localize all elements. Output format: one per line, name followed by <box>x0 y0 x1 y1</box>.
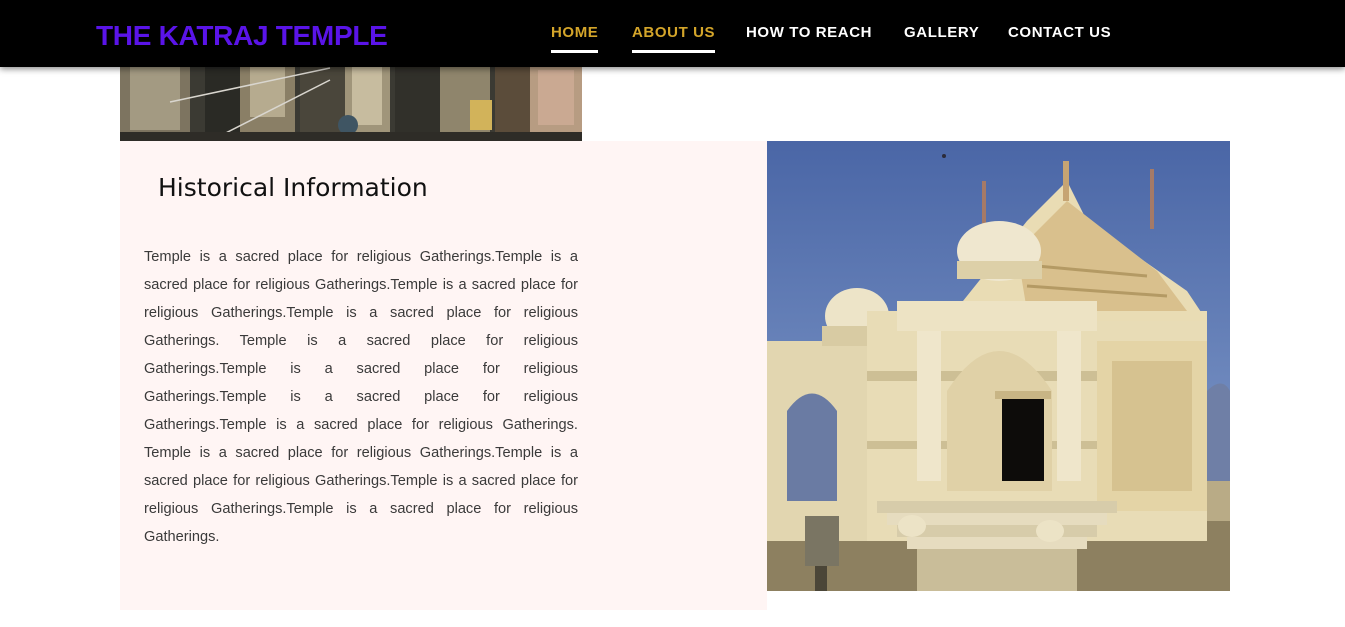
navbar: THE KATRAJ TEMPLE HOME ABOUT US HOW TO R… <box>0 0 1345 67</box>
nav-link-how-to-reach[interactable]: HOW TO REACH <box>746 24 872 42</box>
nav-link-label: CONTACT US <box>1008 24 1112 41</box>
nav-link-label: HOME <box>551 24 599 41</box>
active-underline <box>632 50 716 53</box>
active-underline <box>551 50 599 53</box>
history-paragraph: Temple is a sacred place for religious G… <box>144 249 578 545</box>
temple-exterior-photo <box>767 141 1230 591</box>
nav-link-label: GALLERY <box>904 24 980 41</box>
nav-link-about-us[interactable]: ABOUT US <box>632 24 716 53</box>
nav-link-contact-us[interactable]: CONTACT US <box>1008 24 1111 42</box>
section-title: Historical Information <box>158 173 428 202</box>
historical-info-panel: Historical Information Temple is a sacre… <box>120 141 767 610</box>
nav-link-gallery[interactable]: GALLERY <box>904 24 979 42</box>
nav-menu: HOME ABOUT US HOW TO REACH GALLERY CONTA… <box>0 0 1345 67</box>
nav-link-home[interactable]: HOME <box>551 24 599 53</box>
nav-link-label: ABOUT US <box>632 24 716 41</box>
nav-link-label: HOW TO REACH <box>746 24 873 41</box>
